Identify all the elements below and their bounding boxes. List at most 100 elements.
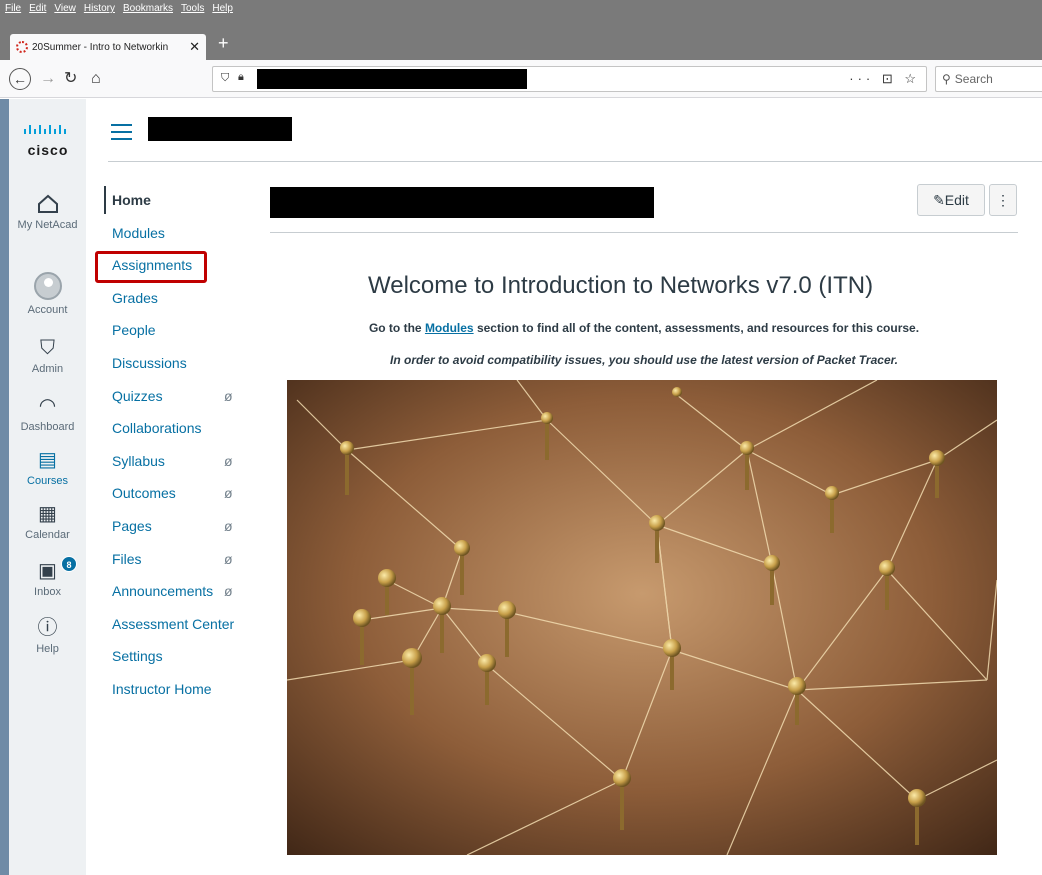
- netacad-favicon-icon: [16, 41, 28, 53]
- modules-instruction: Go to the Modules section to find all of…: [270, 321, 1018, 335]
- global-nav-help[interactable]: ⓘ Help: [9, 617, 86, 655]
- course-nav-people[interactable]: People: [104, 316, 254, 349]
- shield-icon: ⛉: [40, 337, 55, 359]
- home-icon[interactable]: ⌂: [91, 69, 101, 89]
- course-nav-label: Instructor Home: [112, 680, 212, 697]
- course-nav-label: Settings: [112, 648, 163, 665]
- hidden-eye-icon: ø: [224, 517, 233, 534]
- course-nav-label: People: [112, 322, 156, 339]
- network-pins-illustration: [287, 380, 997, 855]
- global-nav-admin[interactable]: ⛉ Admin: [9, 337, 86, 375]
- pencil-icon: ✎: [933, 192, 945, 208]
- global-nav-calendar[interactable]: ▦ Calendar: [9, 503, 86, 541]
- course-nav-label: Grades: [112, 289, 158, 306]
- course-nav-label: Syllabus: [112, 452, 165, 469]
- reload-icon[interactable]: ↻: [64, 69, 77, 89]
- cisco-wordmark: cisco: [27, 142, 69, 158]
- cisco-logo[interactable]: cisco: [23, 121, 73, 158]
- menu-edit[interactable]: Edit: [29, 3, 46, 14]
- more-options-button[interactable]: ⋮: [989, 184, 1017, 216]
- search-placeholder: Search: [954, 72, 993, 86]
- course-nav-syllabus[interactable]: Syllabus ø: [104, 447, 254, 480]
- hidden-eye-icon: ø: [224, 387, 233, 404]
- course-nav-settings[interactable]: Settings: [104, 642, 254, 675]
- course-nav-outcomes[interactable]: Outcomes ø: [104, 479, 254, 512]
- course-nav-pages[interactable]: Pages ø: [104, 512, 254, 545]
- lock-icon[interactable]: 🔒︎: [238, 71, 244, 84]
- tracking-shield-icon[interactable]: ⛉: [221, 72, 229, 85]
- home-icon: [37, 194, 58, 213]
- global-nav-courses[interactable]: ▤ Courses: [9, 449, 86, 487]
- course-nav-instructor-home[interactable]: Instructor Home: [104, 675, 254, 708]
- menu-file[interactable]: File: [5, 3, 21, 14]
- page-actions-icons[interactable]: ··· ⊡ ☆: [849, 71, 920, 87]
- global-nav-label: My NetAcad: [17, 219, 78, 231]
- global-nav-account[interactable]: Account: [9, 272, 86, 316]
- course-nav-label: Modules: [112, 224, 165, 241]
- course-nav-home[interactable]: Home: [104, 186, 254, 214]
- global-nav-label: Dashboard: [20, 421, 75, 433]
- course-nav-label: Home: [112, 192, 151, 208]
- global-nav-label: Inbox: [34, 586, 61, 598]
- inbox-unread-badge: 8: [61, 556, 77, 572]
- course-nav-label: Outcomes: [112, 485, 176, 502]
- hamburger-menu-icon[interactable]: [111, 124, 132, 145]
- avatar-icon: [33, 272, 62, 300]
- course-nav-label: Quizzes: [112, 387, 163, 404]
- global-nav-label: Courses: [27, 475, 68, 487]
- modules-link[interactable]: Modules: [425, 321, 474, 335]
- url-bar[interactable]: ⛉ 🔒︎ ··· ⊡ ☆: [212, 66, 927, 92]
- global-nav-dashboard[interactable]: ◠ Dashboard: [9, 395, 86, 433]
- global-nav-label: Help: [36, 643, 59, 655]
- close-tab-icon[interactable]: ✕: [189, 39, 200, 55]
- menu-items: File Edit View History Bookmarks Tools Help: [5, 3, 233, 14]
- hidden-eye-icon: ø: [224, 452, 233, 469]
- global-nav-my-netacad[interactable]: My NetAcad: [9, 193, 86, 231]
- global-navigation: cisco My NetAcad Account ⛉ Admin ◠ Dashb…: [0, 99, 86, 875]
- course-nav-label: Files: [112, 550, 142, 567]
- course-nav-grades[interactable]: Grades: [104, 284, 254, 317]
- browser-search-input[interactable]: ⚲ Search: [935, 66, 1042, 92]
- back-arrow-icon[interactable]: ←: [9, 68, 31, 90]
- course-nav-modules[interactable]: Modules: [104, 219, 254, 252]
- instruction-text-after: section to find all of the content, asse…: [473, 321, 920, 335]
- menu-bookmarks[interactable]: Bookmarks: [123, 3, 173, 14]
- cisco-bars-icon: [24, 125, 66, 134]
- menu-help[interactable]: Help: [212, 3, 233, 14]
- assignments-highlight-box: [95, 251, 207, 283]
- url-redaction: [257, 69, 527, 89]
- course-nav-quizzes[interactable]: Quizzes ø: [104, 382, 254, 415]
- instruction-text-before: Go to the: [368, 321, 425, 335]
- global-nav-inbox[interactable]: ▣ 8 Inbox: [9, 556, 86, 598]
- hidden-eye-icon: ø: [224, 550, 233, 567]
- browser-tab[interactable]: 20Summer - Intro to Networkin ✕: [10, 34, 206, 60]
- menu-tools[interactable]: Tools: [181, 3, 204, 14]
- content-divider: [270, 232, 1018, 233]
- course-nav-assessment-center[interactable]: Assessment Center: [104, 610, 254, 643]
- network-hero-image: [287, 380, 997, 855]
- global-nav-label: Admin: [31, 363, 64, 375]
- edit-button[interactable]: ✎Edit: [917, 184, 985, 216]
- breadcrumb-redaction: [148, 117, 292, 141]
- menu-view[interactable]: View: [54, 3, 76, 14]
- hidden-eye-icon: ø: [224, 583, 233, 600]
- menu-history[interactable]: History: [84, 3, 115, 14]
- welcome-heading: Welcome to Introduction to Networks v7.0…: [368, 272, 874, 299]
- packet-tracer-notice: In order to avoid compatibility issues, …: [390, 353, 898, 367]
- header-divider: [108, 161, 1042, 162]
- course-nav-label: Collaborations: [112, 420, 202, 437]
- hidden-eye-icon: ø: [224, 485, 233, 502]
- forward-arrow-icon[interactable]: →: [40, 69, 56, 89]
- course-nav-label: Pages: [112, 517, 152, 534]
- tab-title: 20Summer - Intro to Networkin: [32, 41, 169, 53]
- new-tab-icon[interactable]: +: [218, 34, 229, 52]
- course-nav-files[interactable]: Files ø: [104, 545, 254, 578]
- page-title-redaction: [270, 187, 654, 218]
- global-nav-label: Account: [27, 304, 68, 316]
- course-nav-collaborations[interactable]: Collaborations: [104, 414, 254, 447]
- book-icon: ▤: [38, 449, 57, 471]
- help-icon: ⓘ: [37, 617, 58, 639]
- course-nav-label: Discussions: [112, 354, 187, 371]
- course-nav-announcements[interactable]: Announcements ø: [104, 577, 254, 610]
- course-nav-discussions[interactable]: Discussions: [104, 349, 254, 382]
